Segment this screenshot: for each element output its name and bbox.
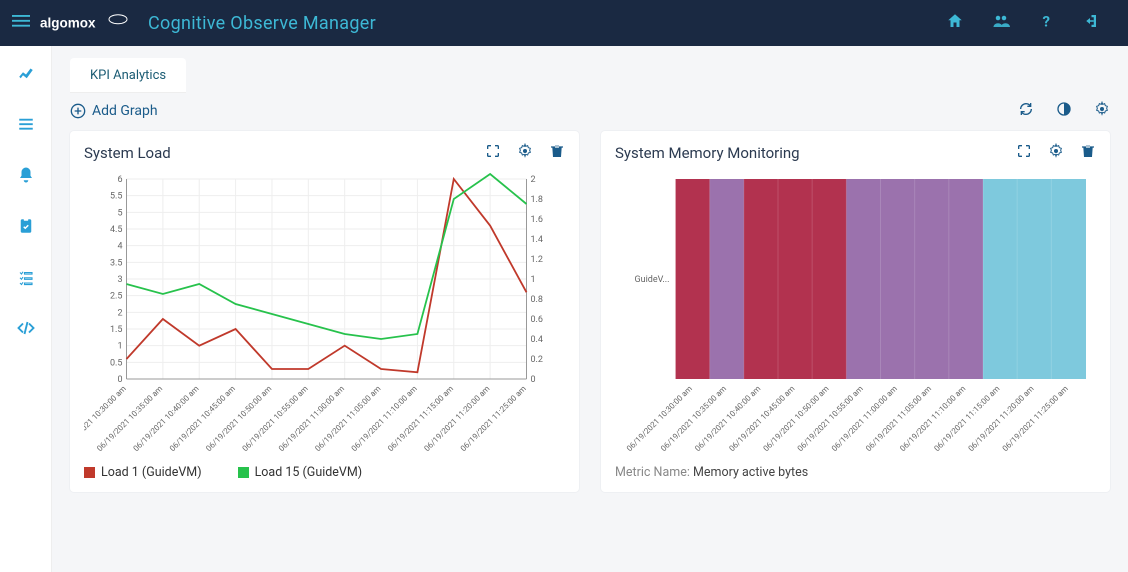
svg-text:06/19/2021 10:40:00 am: 06/19/2021 10:40:00 am — [693, 384, 762, 453]
tab-kpi-analytics[interactable]: KPI Analytics — [70, 58, 186, 93]
gear-icon[interactable] — [517, 143, 533, 163]
add-graph-button[interactable]: Add Graph — [70, 103, 158, 119]
logout-icon[interactable] — [1084, 12, 1102, 35]
tabbar: KPI Analytics — [70, 58, 1110, 93]
svg-text:06/19/2021 10:35:00 am: 06/19/2021 10:35:00 am — [95, 384, 164, 453]
svg-text:06/19/2021 10:50:00 am: 06/19/2021 10:50:00 am — [204, 384, 273, 453]
nav-tasks-icon[interactable] — [17, 268, 35, 291]
svg-text:1.6: 1.6 — [531, 215, 544, 225]
chart-system-memory: GuideV...06/19/2021 10:30:00 am06/19/202… — [615, 169, 1096, 459]
app-title: Cognitive Observe Manager — [148, 13, 376, 34]
settings-icon[interactable] — [1094, 101, 1110, 121]
svg-text:06/19/2021 10:50:00 am: 06/19/2021 10:50:00 am — [762, 384, 831, 453]
svg-text:0: 0 — [531, 375, 536, 385]
svg-text:06/19/2021 11:05:00 am: 06/19/2021 11:05:00 am — [864, 384, 933, 453]
contrast-icon[interactable] — [1056, 101, 1072, 121]
svg-text:06/19/2021 11:10:00 am: 06/19/2021 11:10:00 am — [350, 384, 419, 453]
add-graph-label: Add Graph — [92, 103, 158, 119]
svg-text:06/19/2021 11:00:00 am: 06/19/2021 11:00:00 am — [277, 384, 346, 453]
svg-text:0.4: 0.4 — [531, 335, 544, 345]
main-content: KPI Analytics Add Graph — [52, 46, 1128, 572]
svg-text:6: 6 — [117, 175, 122, 185]
svg-text:5: 5 — [117, 208, 122, 218]
svg-text:0.8: 0.8 — [531, 295, 544, 305]
svg-text:?: ? — [1043, 12, 1050, 30]
refresh-icon[interactable] — [1018, 101, 1034, 121]
svg-text:06/19/2021 10:45:00 am: 06/19/2021 10:45:00 am — [168, 384, 237, 453]
svg-text:06/19/2021 10:55:00 am: 06/19/2021 10:55:00 am — [796, 384, 865, 453]
nav-list-icon[interactable] — [17, 115, 35, 138]
svg-text:06/19/2021 11:25:00 am: 06/19/2021 11:25:00 am — [459, 384, 528, 453]
svg-text:GuideV...: GuideV... — [635, 275, 670, 285]
svg-text:algomox: algomox — [40, 16, 96, 31]
metric-caption: Metric Name: Memory active bytes — [615, 465, 1096, 480]
nav-analytics-icon[interactable] — [17, 64, 35, 87]
nav-clipboard-icon[interactable] — [17, 217, 35, 240]
panel-system-load: System Load 0 0.5 1 1.5 2 2.5 3 3.5 4 4.5 5 5.5 6 0 0.… — [70, 131, 579, 492]
svg-text:1.8: 1.8 — [531, 195, 544, 205]
legend-load1: Load 1 (GuideVM) — [101, 465, 202, 480]
svg-text:2: 2 — [117, 308, 122, 318]
svg-text:1: 1 — [531, 275, 536, 285]
svg-text:06/19/2021 10:35:00 am: 06/19/2021 10:35:00 am — [659, 384, 728, 453]
panel-system-memory: System Memory Monitoring GuideV... 06/19/… — [601, 131, 1110, 492]
svg-text:0.2: 0.2 — [531, 355, 544, 365]
svg-text:06/19/2021 11:15:00 am: 06/19/2021 11:15:00 am — [386, 384, 455, 453]
svg-text:06/19/2021 10:40:00 am: 06/19/2021 10:40:00 am — [132, 384, 201, 453]
svg-text:3: 3 — [117, 275, 122, 285]
svg-text:4: 4 — [117, 242, 122, 252]
home-icon[interactable] — [946, 12, 964, 35]
svg-text:2.5: 2.5 — [110, 292, 123, 302]
svg-text:1.4: 1.4 — [531, 235, 544, 245]
trash-icon[interactable] — [1080, 143, 1096, 163]
svg-text:06/19/2021 11:20:00 am: 06/19/2021 11:20:00 am — [422, 384, 491, 453]
svg-text:06/19/2021 10:30:00 am: 06/19/2021 10:30:00 am — [625, 384, 694, 453]
toolbar-row: Add Graph — [70, 101, 1110, 121]
svg-text:06/19/2021 11:20:00 am: 06/19/2021 11:20:00 am — [967, 384, 1036, 453]
svg-text:1.2: 1.2 — [531, 255, 544, 265]
svg-text:06/19/2021 10:55:00 am: 06/19/2021 10:55:00 am — [241, 384, 310, 453]
menu-toggle-icon[interactable] — [12, 12, 30, 35]
expand-icon[interactable] — [485, 143, 501, 163]
gear-icon[interactable] — [1048, 143, 1064, 163]
trash-icon[interactable] — [549, 143, 565, 163]
panel-title-load: System Load — [84, 144, 171, 162]
topbar: algomox Cognitive Observe Manager ? — [0, 0, 1128, 46]
svg-text:4.5: 4.5 — [110, 225, 123, 235]
legend-load15: Load 15 (GuideVM) — [255, 465, 363, 480]
svg-text:0: 0 — [117, 375, 122, 385]
svg-text:2: 2 — [531, 175, 536, 185]
svg-text:0.6: 0.6 — [531, 315, 544, 325]
svg-text:0.5: 0.5 — [110, 358, 123, 368]
nav-bell-icon[interactable] — [17, 166, 35, 189]
panel-title-mem: System Memory Monitoring — [615, 144, 800, 162]
expand-icon[interactable] — [1016, 143, 1032, 163]
svg-text:06/19/2021 10:45:00 am: 06/19/2021 10:45:00 am — [727, 384, 796, 453]
nav-code-icon[interactable] — [17, 319, 35, 342]
chart-system-load: 0 0.5 1 1.5 2 2.5 3 3.5 4 4.5 5 5.5 6 0 0.2 0.4 0.6 0.8 1 1… — [84, 169, 565, 459]
left-nav — [0, 46, 52, 572]
users-icon[interactable] — [992, 12, 1010, 35]
svg-text:1.5: 1.5 — [110, 325, 123, 335]
svg-text:06/19/2021 11:25:00 am: 06/19/2021 11:25:00 am — [1001, 384, 1070, 453]
svg-text:06/19/2021 11:00:00 am: 06/19/2021 11:00:00 am — [830, 384, 899, 453]
page-tools — [1018, 101, 1110, 121]
logo: algomox — [40, 9, 130, 37]
svg-text:1: 1 — [117, 342, 122, 352]
help-icon[interactable]: ? — [1038, 12, 1056, 35]
svg-text:06/19/2021 11:15:00 am: 06/19/2021 11:15:00 am — [932, 384, 1001, 453]
svg-text:06/19/2021 11:10:00 am: 06/19/2021 11:10:00 am — [898, 384, 967, 453]
svg-text:06/19/2021 11:05:00 am: 06/19/2021 11:05:00 am — [313, 384, 382, 453]
svg-text:3.5: 3.5 — [110, 258, 123, 268]
svg-text:5.5: 5.5 — [110, 192, 123, 202]
legend-load: Load 1 (GuideVM) Load 15 (GuideVM) — [84, 465, 565, 480]
